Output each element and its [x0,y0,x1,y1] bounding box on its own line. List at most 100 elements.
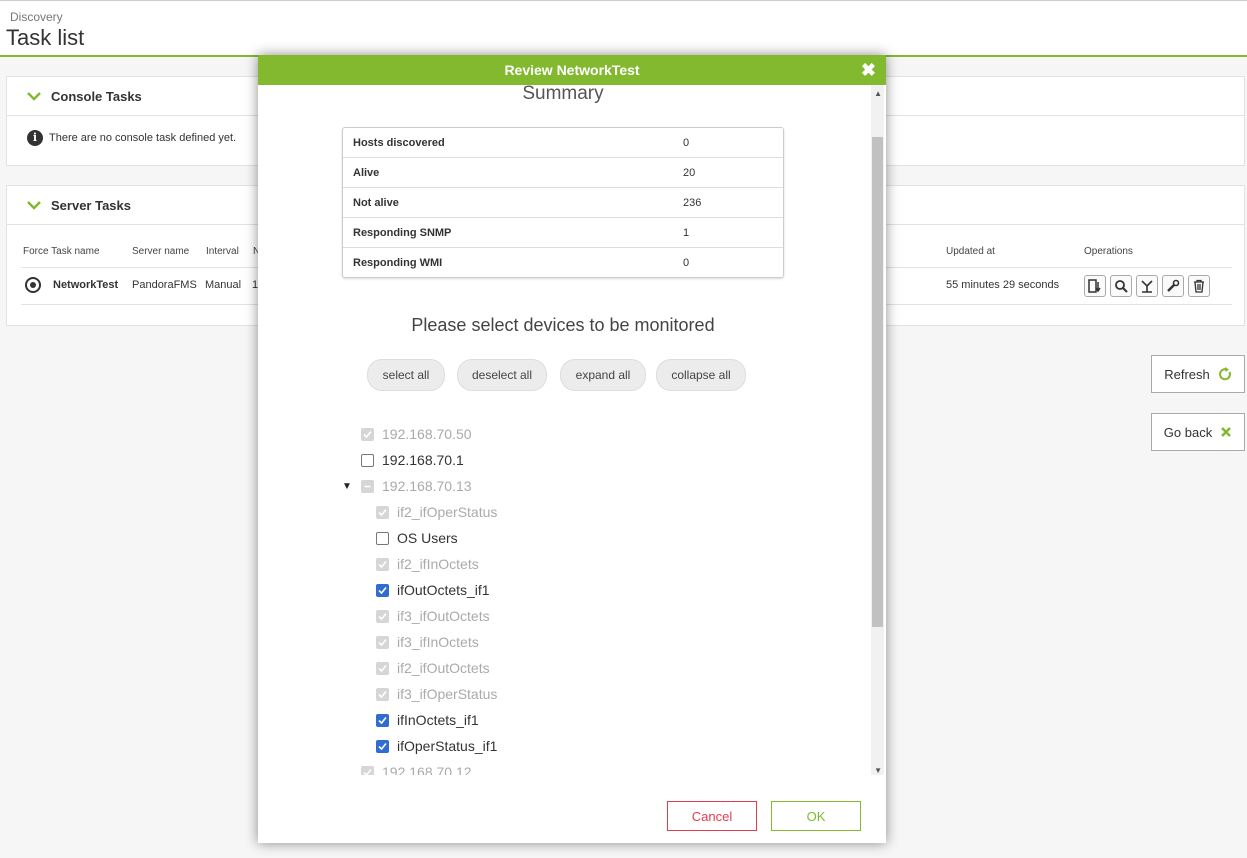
search-op-button[interactable] [1110,275,1132,297]
ok-button[interactable]: OK [771,801,861,831]
summary-label: Hosts discovered [353,136,445,149]
summary-value: 236 [683,196,702,209]
tree-label: if3_ifInOctets [397,634,479,650]
tree-label: if3_ifOperStatus [397,686,498,702]
tree-item[interactable]: 192.168.70.13 [361,478,472,494]
tree-label: 192.168.70.12 [382,764,472,775]
collapse-all-button[interactable]: collapse all [656,359,746,391]
expand-all-button[interactable]: expand all [560,359,646,391]
checkbox-checked[interactable] [376,739,389,753]
tree-item[interactable]: ifOutOctets_if1 [376,582,490,598]
checkbox-disabled [376,609,389,623]
summary-value: 0 [683,256,690,269]
checkbox[interactable] [361,453,374,467]
table-row: Hosts discovered 0 [343,128,783,158]
wrench-icon [1167,279,1180,292]
tree-label: if3_ifOutOctets [397,608,490,624]
checkbox[interactable] [376,531,389,545]
page-title: Task list [6,25,85,50]
scroll-up-icon[interactable]: ▲ [874,89,882,98]
expand-arrow-icon[interactable]: ▼ [342,481,352,492]
col-operations: Operations [1084,246,1133,257]
refresh-label: Refresh [1164,366,1210,382]
server-name: PandoraFMS [132,279,197,291]
tree-item[interactable]: ifInOctets_if1 [376,712,479,728]
tree-item[interactable]: if3_ifInOctets [376,634,479,650]
summary-label: Alive [353,166,380,179]
select-devices-title: Please select devices to be monitored [411,315,715,335]
checkbox-disabled [376,661,389,675]
force-task-radio[interactable] [25,277,41,293]
chevron-down-icon [27,201,41,210]
table-row: Responding WMI 0 [343,248,783,277]
tree-label: ifOutOctets_if1 [397,582,490,598]
updated-at: 55 minutes 29 seconds [946,279,1060,291]
console-tasks-title: Console Tasks [51,88,142,104]
delete-op-button[interactable] [1188,275,1210,297]
summary-title: Summary [522,85,604,104]
network-map-icon [1141,280,1153,293]
summary-value: 1 [683,226,690,239]
cancel-button[interactable]: Cancel [667,801,757,831]
table-row: Responding SNMP 1 [343,218,783,248]
tree-item[interactable]: if2_ifOutOctets [376,660,490,676]
modal-body: Summary Hosts discovered 0 Alive 20 Not al… [258,85,886,775]
tree-item[interactable]: 192.168.70.1 [361,452,464,468]
server-tasks-title: Server Tasks [51,197,131,213]
tree-label: 192.168.70.50 [382,426,472,442]
map-op-button[interactable] [1136,275,1158,297]
review-icon [1088,279,1101,293]
checkbox-disabled [376,635,389,649]
review-op-button[interactable] [1084,275,1106,297]
modal-title: Review NetworkTest [504,62,640,78]
tree-label: ifOperStatus_if1 [397,738,498,754]
summary-label: Responding WMI [353,256,443,269]
deselect-all-button[interactable]: deselect all [457,359,547,391]
tree-item[interactable]: 192.168.70.12 [361,764,472,775]
tree-label: ifInOctets_if1 [397,712,479,728]
summary-value: 0 [683,136,690,149]
tree-label: OS Users [397,530,458,546]
checkbox-checked[interactable] [376,583,389,597]
select-all-button[interactable]: select all [367,359,445,391]
tree-label: if2_ifInOctets [397,556,479,572]
summary-value: 20 [683,166,696,179]
tree-item[interactable]: if2_ifOperStatus [376,504,497,520]
checkbox-partial [361,479,374,493]
tree-item[interactable]: if3_ifOperStatus [376,686,497,702]
checkbox-disabled [361,765,374,775]
edit-op-button[interactable] [1162,275,1184,297]
summary-table: Hosts discovered 0 Alive 20 Not alive 236 R… [342,127,784,278]
breadcrumb[interactable]: Discovery [10,10,63,24]
task-name-link[interactable]: NetworkTest [53,279,118,291]
checkbox-disabled [376,687,389,701]
checkbox-disabled [376,557,389,571]
page-header: Discovery Task list [0,0,1247,57]
scrollbar-thumb[interactable] [872,137,883,627]
close-icon[interactable]: ✖ [861,55,876,85]
checkbox-checked[interactable] [376,713,389,727]
tree-item[interactable]: 192.168.70.50 [361,426,472,442]
refresh-button[interactable]: Refresh [1151,355,1245,393]
tree-label: if2_ifOutOctets [397,660,490,676]
table-row: Not alive 236 [343,188,783,218]
tree-item[interactable]: ifOperStatus_if1 [376,738,497,754]
checkbox-disabled [376,505,389,519]
trash-icon [1194,279,1204,293]
tree-item[interactable]: if3_ifOutOctets [376,608,490,624]
modal-titlebar: Review NetworkTest ✖ [258,55,886,85]
search-icon [1115,280,1128,293]
review-modal: Review NetworkTest ✖ Summary Hosts disco… [258,55,886,843]
col-updated-at: Updated at [946,246,995,257]
tree-item[interactable]: if2_ifInOctets [376,556,479,572]
interval: Manual [205,279,242,291]
tree-label: 192.168.70.13 [382,478,472,494]
tree-label: if2_ifOperStatus [397,504,498,520]
chevron-down-icon [27,92,41,101]
tree-item[interactable]: OS Users [376,530,458,546]
summary-label: Not alive [353,196,399,209]
go-back-button[interactable]: Go back [1151,413,1245,451]
col-interval: Interval [206,246,239,257]
col-server-name: Server name [132,246,190,257]
scroll-down-icon[interactable]: ▼ [874,766,882,775]
